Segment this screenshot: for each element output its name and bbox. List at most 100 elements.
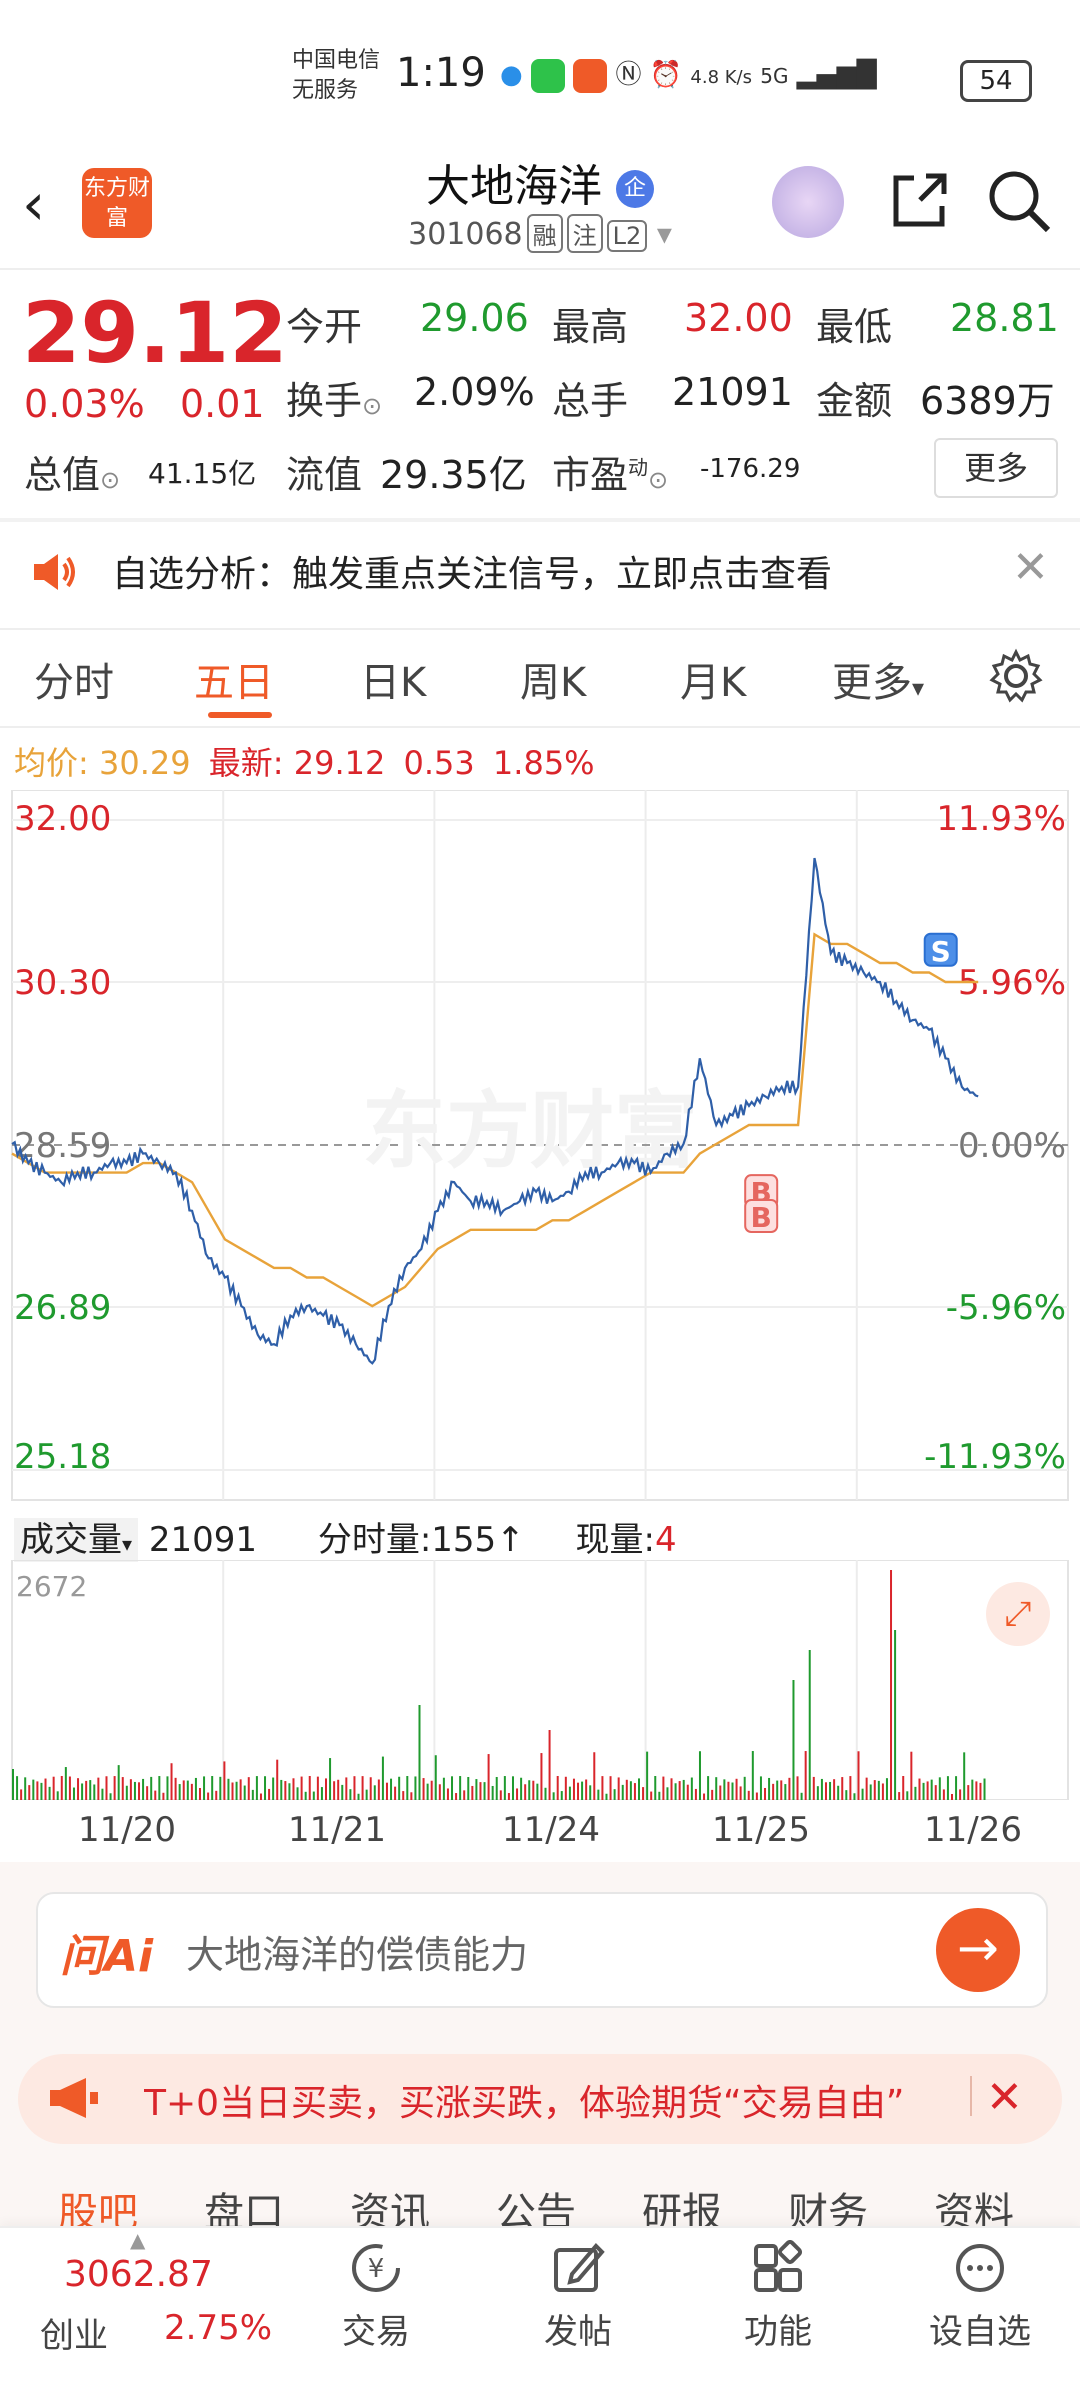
info-icon[interactable]: ⊙ [648, 466, 668, 494]
volume-bar [524, 1784, 527, 1800]
settings-icon[interactable] [988, 648, 1044, 708]
megaphone-icon [46, 2076, 100, 2124]
volume-bar [325, 1778, 328, 1800]
index-value[interactable]: 3062.87 [64, 2254, 213, 2295]
tab-five-day[interactable]: 五日 [194, 650, 274, 708]
volume-bar [955, 1776, 958, 1800]
volume-bar [719, 1785, 722, 1800]
assistant-avatar[interactable] [772, 166, 844, 238]
index-name[interactable]: 创业 [40, 2308, 108, 2357]
volume-bar [930, 1779, 933, 1800]
status-time: 1:19 [396, 50, 486, 96]
info-icon[interactable]: ⊙ [362, 392, 382, 420]
more-dots-icon [956, 2244, 1004, 2292]
info-icon[interactable]: ⊙ [100, 466, 120, 494]
volume-bar [967, 1785, 970, 1800]
avg-value: 30.29 [98, 744, 191, 782]
volume-bar [674, 1783, 677, 1800]
volume-bar [776, 1780, 779, 1800]
volume-bar [394, 1786, 397, 1800]
stock-name: 大地海洋 [426, 161, 602, 212]
volume-bar [422, 1778, 425, 1800]
volume-bar [682, 1779, 685, 1800]
volume-value: 21091 [672, 370, 793, 414]
dropdown-icon[interactable]: ▾ [657, 217, 672, 252]
share-icon[interactable] [884, 166, 954, 236]
nav-post[interactable]: 发帖 [508, 2240, 648, 2353]
tab-weekly-k[interactable]: 周K [520, 650, 586, 708]
volume-bar [117, 1765, 120, 1800]
status-icons: ● Ⓝ ⏰ 4.8 K/s 5G ▂▄▆█ [500, 54, 940, 93]
volume-bar [24, 1777, 27, 1800]
volume-label: 成交量 [20, 1520, 122, 1560]
volume-header: 成交量▾ 21091 分时量:155↑ 现量:4 [14, 1512, 677, 1562]
volume-bar [390, 1778, 393, 1800]
volume-bar [198, 1788, 201, 1800]
tab-more[interactable]: 更多▾ [832, 650, 924, 708]
volume-bar [438, 1784, 441, 1800]
nav-function[interactable]: 功能 [708, 2240, 848, 2353]
avg-label: 均价: [14, 744, 89, 782]
volume-bar [560, 1791, 563, 1800]
volume-bar [85, 1780, 88, 1800]
volume-bar [194, 1777, 197, 1800]
nav-trade[interactable]: ¥ 交易 [306, 2240, 446, 2353]
price-chart[interactable]: 32.00 11.93%30.30 5.96%28.59 0.00%26.89 -5.9… [0, 790, 1080, 1510]
volume-bar [723, 1779, 726, 1800]
volume-bar [312, 1791, 315, 1800]
close-icon[interactable]: ✕ [986, 2072, 1023, 2123]
nav-add-watchlist-label: 设自选 [929, 2312, 1031, 2352]
trade-marker-label: S [931, 935, 951, 968]
tab-intraday[interactable]: 分时 [34, 650, 114, 708]
svg-text:¥: ¥ [368, 2254, 385, 2284]
volume-bar [784, 1784, 787, 1800]
turnover-label-text: 换手 [286, 379, 363, 423]
volume-bar [934, 1785, 937, 1800]
volume-bar [337, 1779, 340, 1800]
now-volume-value: 4 [654, 1520, 677, 1560]
volume-bar [963, 1752, 966, 1800]
volume-bar [503, 1776, 506, 1800]
volume-bar [186, 1780, 189, 1800]
volume-bar [877, 1780, 880, 1800]
arrow-right-icon[interactable]: → [936, 1908, 1020, 1992]
promo-text: T+0当日买卖，买涨买跌，体验期货“交易自由” [144, 2083, 905, 2124]
volume-bar [174, 1777, 177, 1800]
volume-bar [979, 1782, 982, 1800]
battery-level: 54 [979, 66, 1013, 96]
volume-bar [406, 1776, 409, 1800]
search-icon[interactable] [984, 166, 1054, 236]
close-icon[interactable]: ✕ [1012, 542, 1049, 593]
volume-bar [646, 1751, 649, 1800]
ai-logo: 问Ai [60, 1931, 154, 1982]
ai-query-text[interactable]: 大地海洋的偿债能力 [186, 1924, 528, 1979]
signal-icon: ▂▄▆█ [796, 60, 877, 90]
volume-bar [12, 1769, 14, 1800]
volume-bar [434, 1755, 437, 1800]
tab-daily-k[interactable]: 日K [360, 650, 426, 708]
volume-bar [264, 1776, 267, 1800]
volume-bar [345, 1777, 348, 1800]
volume-bar [182, 1780, 185, 1800]
volume-bar [983, 1778, 986, 1800]
more-quote-button[interactable]: 更多 [934, 438, 1058, 498]
volume-bar [377, 1779, 380, 1800]
volume-chart[interactable]: 2672 [0, 1560, 1080, 1800]
volume-bar [581, 1781, 584, 1800]
index-percent[interactable]: 2.75% [164, 2308, 272, 2348]
volume-selector[interactable]: 成交量▾ [14, 1518, 139, 1562]
volume-bar [36, 1781, 39, 1800]
y-tick-left: 28.59 [14, 1126, 111, 1166]
volume-bar [666, 1787, 669, 1800]
volume-bar [975, 1781, 978, 1800]
expand-icon[interactable]: ⤢ [986, 1582, 1050, 1646]
volume-bar [552, 1792, 555, 1800]
volume-bar [349, 1789, 352, 1800]
float-mv-label: 流值 [286, 453, 363, 497]
volume-bar [292, 1778, 295, 1800]
volume-bar [121, 1777, 124, 1800]
float-mv-value: 29.35亿 [380, 453, 527, 497]
tab-monthly-k[interactable]: 月K [680, 650, 746, 708]
volume-bar [40, 1782, 43, 1800]
nav-add-watchlist[interactable]: 设自选 [910, 2240, 1050, 2353]
